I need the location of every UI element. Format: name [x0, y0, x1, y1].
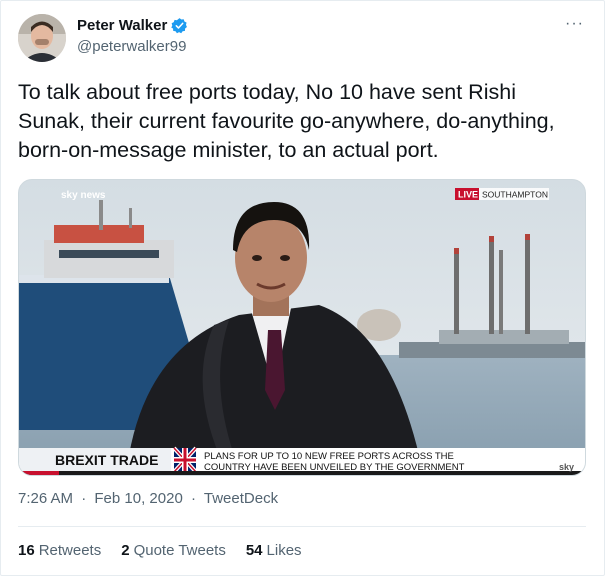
location-label: SOUTHAMPTON — [482, 190, 548, 200]
quote-tweets-stat[interactable]: 2 Quote Tweets — [121, 542, 226, 559]
retweets-stat[interactable]: 16 Retweets — [18, 542, 101, 559]
verified-badge-icon — [171, 17, 188, 34]
tweet-stats: 16 Retweets 2 Quote Tweets 54 Likes — [18, 542, 302, 559]
bottom-sky-logo: sky — [559, 462, 574, 472]
more-options-icon[interactable]: ··· — [565, 15, 584, 33]
quotes-count: 2 — [121, 542, 130, 559]
likes-stat[interactable]: 54 Likes — [246, 542, 302, 559]
retweets-label: Retweets — [38, 542, 102, 559]
tweet-time[interactable]: 7:26 AM — [18, 490, 73, 507]
lower-third-title: BREXIT TRADE — [55, 452, 158, 468]
likes-count: 54 — [245, 542, 263, 559]
meta-separator: · — [190, 490, 196, 507]
likes-label: Likes — [266, 542, 302, 559]
tweet-media-image[interactable]: sky news LIVE SOUTHAMPTON BREXIT TRADE P… — [18, 179, 586, 476]
tweet-text: To talk about free ports today, No 10 ha… — [18, 80, 555, 162]
retweets-count: 16 — [18, 542, 35, 559]
author-name-row[interactable]: Peter Walker — [77, 17, 188, 34]
tweet-date[interactable]: Feb 10, 2020 — [94, 490, 182, 507]
author-handle[interactable]: @peterwalker99 — [77, 38, 186, 55]
avatar[interactable] — [18, 14, 66, 62]
author-display-name[interactable]: Peter Walker — [77, 17, 167, 34]
meta-separator: · — [81, 490, 87, 507]
tweet-card: Peter Walker @peterwalker99 ··· To talk … — [0, 0, 605, 576]
tweet-meta: 7:26 AM · Feb 10, 2020 · TweetDeck — [18, 490, 282, 507]
quotes-label: Quote Tweets — [133, 542, 226, 559]
divider — [18, 526, 586, 527]
live-badge: LIVE — [458, 190, 478, 200]
lower-third-line1: PLANS FOR UP TO 10 NEW FREE PORTS ACROSS… — [204, 451, 454, 462]
sky-news-logo: sky news — [61, 190, 106, 201]
tweet-source[interactable]: TweetDeck — [204, 490, 278, 507]
